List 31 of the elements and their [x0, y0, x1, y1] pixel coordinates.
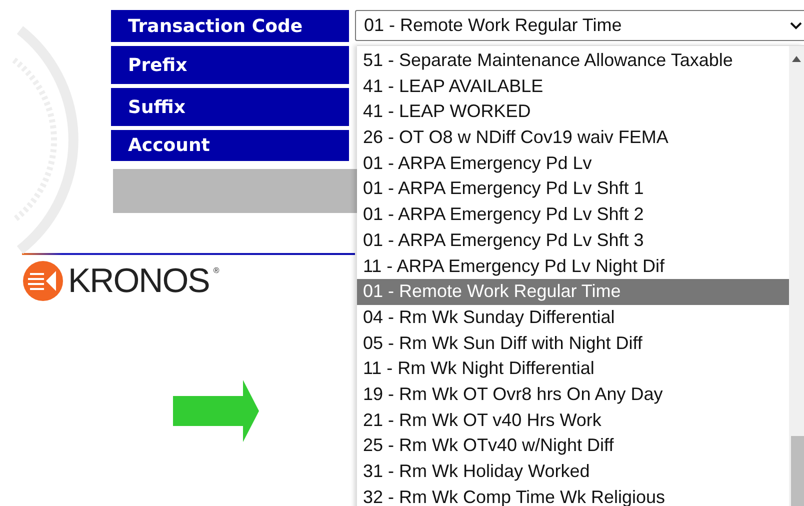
dropdown-option[interactable]: 01 - ARPA Emergency Pd Lv Shft 1: [357, 176, 789, 202]
arrow-icon: [173, 380, 259, 442]
dropdown-option[interactable]: 32 - Rm Wk Comp Time Wk Religious: [357, 484, 789, 506]
chevron-icon: [790, 22, 802, 30]
dropdown-option[interactable]: 51 - Separate Maintenance Allowance Taxable: [357, 48, 789, 74]
scrollbar-thumb[interactable]: [791, 436, 804, 506]
scroll-up-icon[interactable]: [792, 56, 801, 62]
field-label: Prefix: [111, 46, 349, 84]
logo-icon: [22, 260, 64, 302]
dropdown-option[interactable]: 01 - Remote Work Regular Time: [357, 279, 789, 305]
dropdown-option[interactable]: 11 - Rm Wk Night Differential: [357, 356, 789, 382]
dropdown-option[interactable]: 41 - LEAP WORKED: [357, 99, 789, 126]
dropdown-option[interactable]: 05 - Rm Wk Sun Diff with Night Diff: [357, 330, 789, 356]
dropdown-option[interactable]: 26 - OT O8 w NDiff Cov19 waiv FEMA: [357, 125, 789, 151]
transaction-code-select[interactable]: 01 - Remote Work Regular Time: [355, 10, 804, 41]
dropdown-option[interactable]: 01 - ARPA Emergency Pd Lv Shft 3: [357, 228, 789, 254]
scrollbar[interactable]: [789, 46, 804, 506]
logo-text: KRONOS: [68, 262, 210, 300]
dropdown-option[interactable]: 19 - Rm Wk OT Ovr8 hrs On Any Day: [357, 382, 789, 408]
dropdown-option[interactable]: 31 - Rm Wk Holiday Worked: [357, 459, 789, 485]
field-label: Account: [111, 130, 349, 161]
dropdown-option[interactable]: 41 - LEAP AVAILABLE: [357, 74, 789, 100]
dropdown-option[interactable]: 21 - Rm Wk OT v40 Hrs Work: [357, 408, 789, 434]
field-label: Suffix: [111, 88, 349, 126]
dropdown-option[interactable]: 11 - ARPA Emergency Pd Lv Night Dif: [357, 254, 789, 280]
dropdown-option[interactable]: 01 - ARPA Emergency Pd Lv: [357, 150, 789, 176]
field-label: Transaction Code: [111, 10, 349, 42]
dropdown-option[interactable]: 04 - Rm Wk Sunday Differential: [357, 304, 789, 331]
dropdown-option[interactable]: 25 - Rm Wk OTv40 w/Night Diff: [357, 433, 789, 459]
registered-mark: ®: [213, 266, 220, 275]
dropdown-option[interactable]: 01 - ARPA Emergency Pd Lv Shft 2: [357, 202, 789, 228]
